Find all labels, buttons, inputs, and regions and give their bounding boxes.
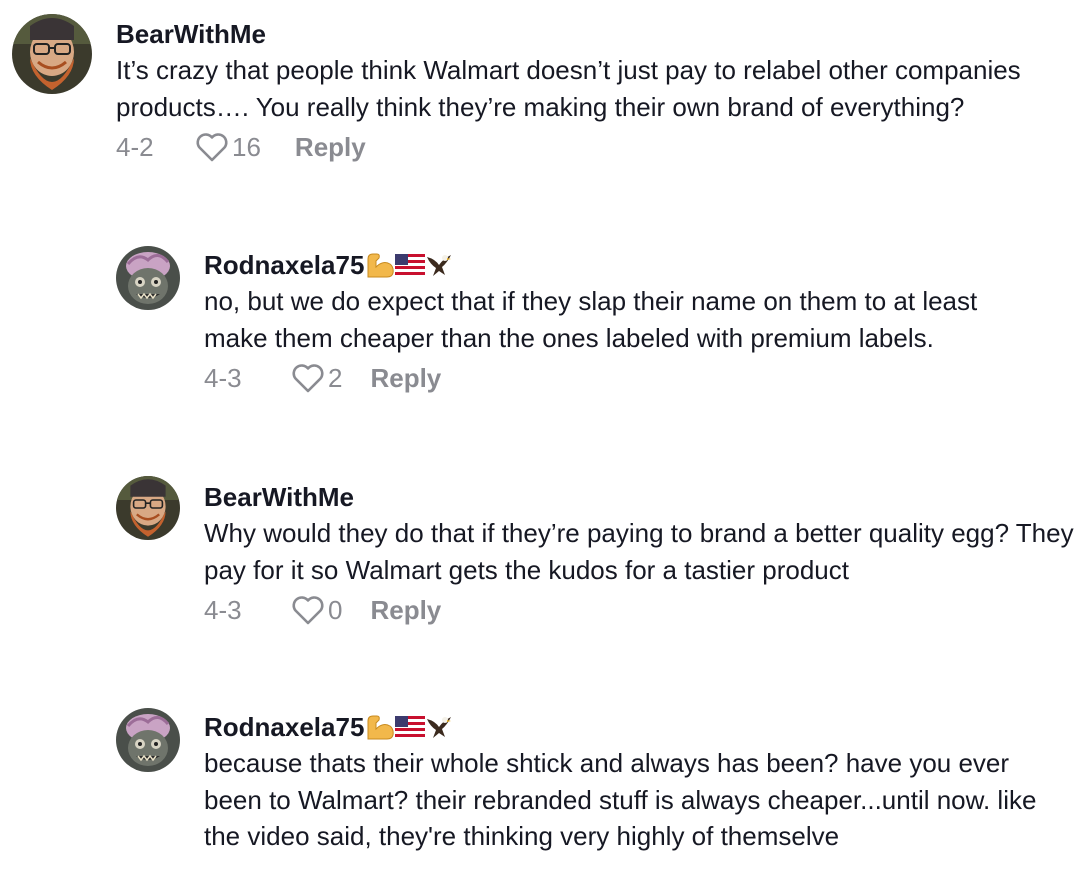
reply-button[interactable]: Reply: [370, 362, 441, 394]
comment-meta: 4-3 2 Reply: [204, 362, 1044, 394]
username[interactable]: Rodnaxela75: [204, 249, 1044, 281]
comment-thread: BearWithMe It’s crazy that people think …: [0, 0, 1092, 896]
heart-outline-icon: [196, 133, 228, 162]
eagle-icon: [427, 717, 452, 738]
comment-date: 4-2: [116, 132, 154, 162]
like-count: 0: [328, 595, 343, 625]
comment-text: It’s crazy that people think Walmart doe…: [116, 55, 1021, 122]
comment-body: BearWithMe Why would they do that if the…: [204, 481, 1074, 626]
monster-mask-avatar-icon: [116, 246, 180, 310]
comment-body: BearWithMe It’s crazy that people think …: [116, 18, 1046, 163]
avatar[interactable]: [116, 476, 180, 540]
like-button[interactable]: 2: [290, 362, 342, 394]
username[interactable]: BearWithMe: [116, 18, 1046, 50]
eagle-icon: [427, 255, 452, 276]
comment-text: because thats their whole shtick and alw…: [204, 748, 1037, 851]
avatar[interactable]: [116, 708, 180, 772]
flexed-biceps-icon: [367, 715, 395, 740]
comment-date: 4-3: [204, 595, 242, 625]
username-emojis: [365, 713, 453, 741]
username[interactable]: Rodnaxela75: [204, 711, 1064, 743]
us-flag-icon: [395, 716, 426, 738]
like-count: 16: [232, 132, 261, 162]
heart-outline-icon: [292, 364, 324, 393]
comment: [12, 14, 92, 94]
comment-text: Why would they do that if they’re paying…: [204, 518, 1074, 585]
flexed-biceps-icon: [367, 253, 395, 278]
username[interactable]: BearWithMe: [204, 481, 1074, 513]
comment: [116, 246, 180, 310]
comment-body: Rodnaxela75 no, but we do expect that if…: [204, 249, 1044, 394]
bearded-man-avatar-icon: [12, 14, 92, 94]
reply-button[interactable]: Reply: [295, 131, 366, 163]
comment-body: Rodnaxela75 because thats their whole sh…: [204, 711, 1064, 855]
comment-text: no, but we do expect that if they slap t…: [204, 286, 978, 353]
comment-meta: 4-2 16 Reply: [116, 131, 1046, 163]
like-count: 2: [328, 363, 343, 393]
monster-mask-avatar-icon: [116, 708, 180, 772]
comment: [116, 708, 180, 772]
username-emojis: [365, 251, 453, 279]
avatar[interactable]: [12, 14, 92, 94]
comment: [116, 476, 180, 540]
like-button[interactable]: 0: [290, 594, 342, 626]
us-flag-icon: [395, 254, 426, 276]
avatar[interactable]: [116, 246, 180, 310]
like-button[interactable]: 16: [194, 131, 261, 163]
comment-meta: 4-3 0 Reply: [204, 594, 1074, 626]
comment-date: 4-3: [204, 363, 242, 393]
heart-outline-icon: [292, 596, 324, 625]
reply-button[interactable]: Reply: [370, 594, 441, 626]
bearded-man-avatar-icon: [116, 476, 180, 540]
